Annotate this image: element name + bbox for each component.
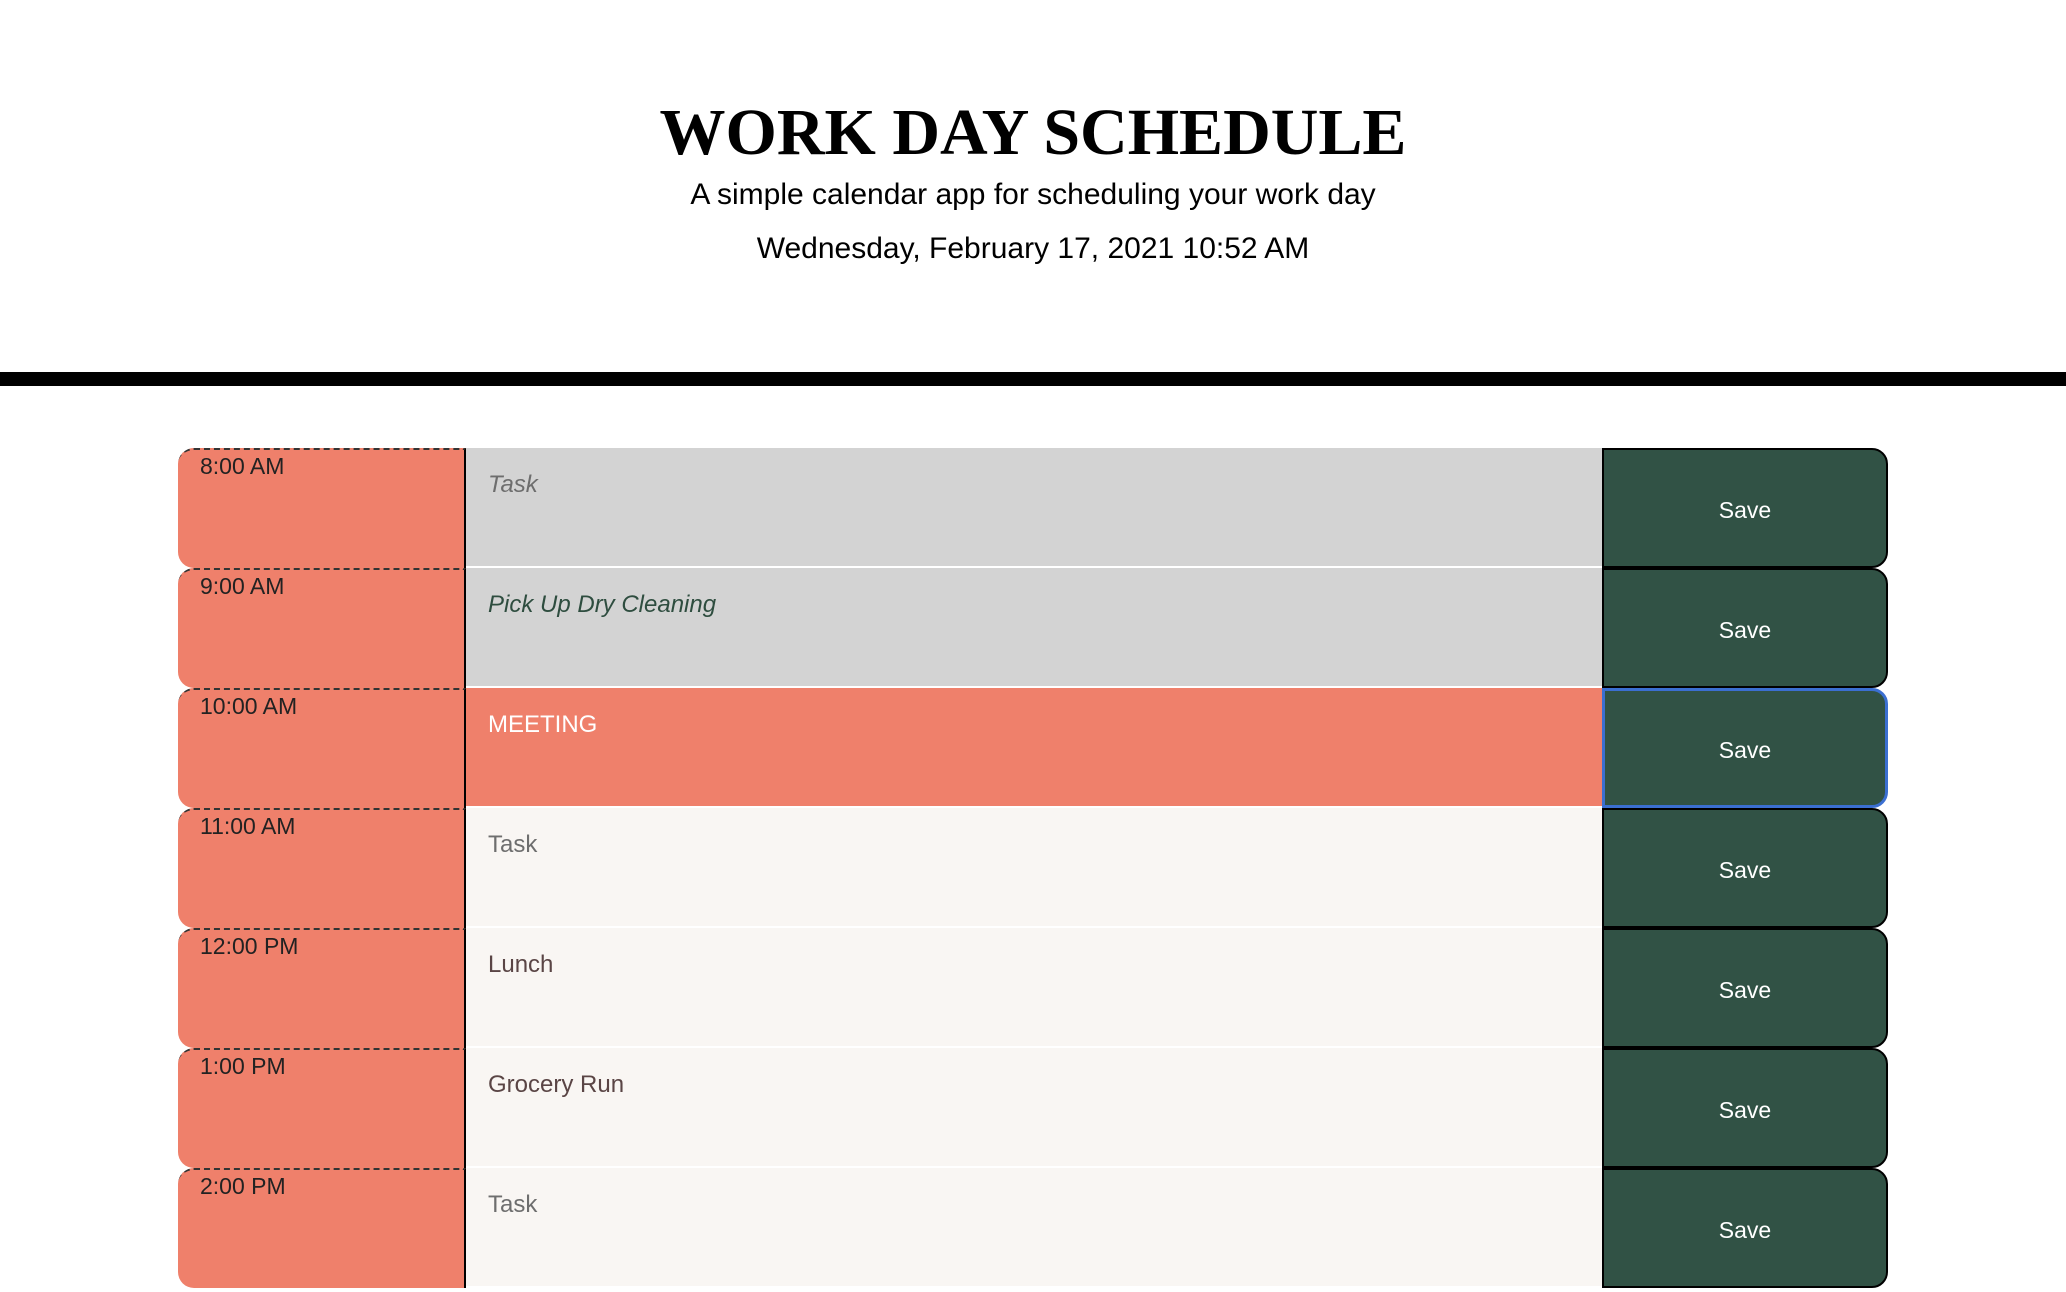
schedule-container: 8:00 AM Task Save 9:00 AM Pick Up Dry Cl… xyxy=(178,448,1888,1288)
task-description[interactable]: Pick Up Dry Cleaning xyxy=(466,568,1602,688)
save-button[interactable]: Save xyxy=(1602,688,1888,808)
task-description[interactable]: Lunch xyxy=(466,928,1602,1048)
time-block-row: 10:00 AM MEETING Save xyxy=(178,688,1888,808)
task-description[interactable]: Task xyxy=(466,1168,1602,1288)
header: WORK DAY SCHEDULE A simple calendar app … xyxy=(0,0,2066,386)
time-block-row: 11:00 AM Task Save xyxy=(178,808,1888,928)
current-day: Wednesday, February 17, 2021 10:52 AM xyxy=(756,232,1310,265)
hour-label: 1:00 PM xyxy=(178,1048,466,1168)
page-subtitle: A simple calendar app for scheduling you… xyxy=(690,178,1376,211)
hour-label: 2:00 PM xyxy=(178,1168,466,1288)
hour-label: 9:00 AM xyxy=(178,568,466,688)
time-block-row: 8:00 AM Task Save xyxy=(178,448,1888,568)
time-block-row: 2:00 PM Task Save xyxy=(178,1168,1888,1288)
hour-label: 10:00 AM xyxy=(178,688,466,808)
task-description[interactable]: Task xyxy=(466,448,1602,568)
hour-label: 12:00 PM xyxy=(178,928,466,1048)
save-button[interactable]: Save xyxy=(1602,1048,1888,1168)
save-button[interactable]: Save xyxy=(1602,568,1888,688)
task-description[interactable]: Grocery Run xyxy=(466,1048,1602,1168)
task-description[interactable]: MEETING xyxy=(466,688,1602,808)
hour-label: 11:00 AM xyxy=(178,808,466,928)
hour-label: 8:00 AM xyxy=(178,448,466,568)
save-button[interactable]: Save xyxy=(1602,448,1888,568)
time-block-row: 1:00 PM Grocery Run Save xyxy=(178,1048,1888,1168)
save-button[interactable]: Save xyxy=(1602,1168,1888,1288)
time-block-row: 9:00 AM Pick Up Dry Cleaning Save xyxy=(178,568,1888,688)
task-description[interactable]: Task xyxy=(466,808,1602,928)
page-title: WORK DAY SCHEDULE xyxy=(659,96,1407,169)
save-button[interactable]: Save xyxy=(1602,808,1888,928)
save-button[interactable]: Save xyxy=(1602,928,1888,1048)
time-block-row: 12:00 PM Lunch Save xyxy=(178,928,1888,1048)
